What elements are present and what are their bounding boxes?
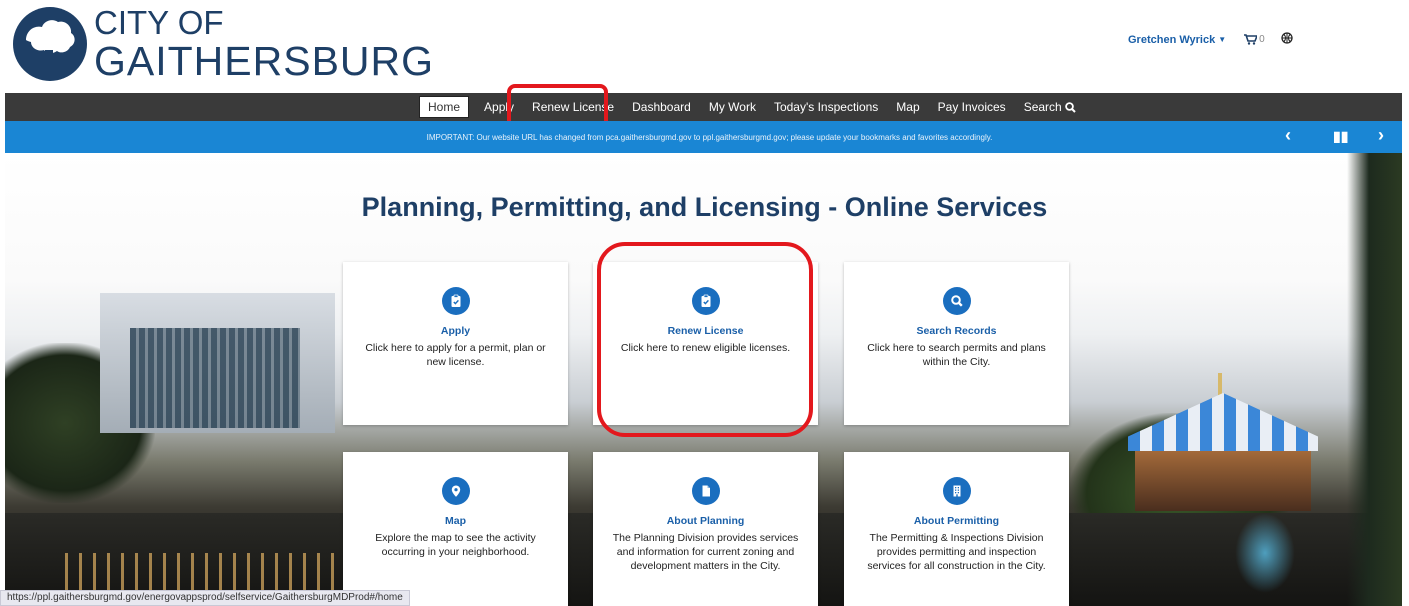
logo-text-line1: CITY OF (94, 4, 224, 41)
card-title: Map (445, 515, 466, 527)
card-about-permitting[interactable]: About Permitting The Permitting & Inspec… (844, 452, 1069, 606)
cart-count: 0 (1259, 34, 1265, 45)
building-icon (942, 477, 971, 505)
caret-down-icon[interactable]: ▼ (1218, 35, 1226, 44)
cart-button[interactable]: 0 (1244, 34, 1265, 45)
banner-pause-icon[interactable]: ▮▮ (1333, 128, 1348, 145)
browser-status-bar: https://ppl.gaithersburgmd.gov/energovap… (0, 590, 410, 606)
card-description: Click here to search permits and plans w… (867, 342, 1046, 369)
card-title: About Permitting (913, 515, 1000, 527)
logo-text-line2: GAITHERSBURG (94, 38, 435, 84)
banner-prev-icon[interactable]: ‹ (1285, 125, 1291, 146)
globe-icon[interactable] (1281, 32, 1293, 47)
tree-logo-icon (13, 7, 87, 81)
user-menu[interactable]: Gretchen Wyrick (1128, 34, 1215, 46)
card-description: The Permitting & Inspections Division pr… (867, 532, 1046, 573)
search-icon (1064, 101, 1076, 113)
banner-text: IMPORTANT: Our website URL has changed f… (426, 133, 993, 142)
card-map[interactable]: Map Explore the map to see the activity … (343, 452, 568, 606)
card-apply[interactable]: Apply Click here to apply for a permit, … (343, 262, 568, 425)
user-area: Gretchen Wyrick ▼ 0 (1128, 32, 1293, 47)
card-title: Search Records (916, 325, 997, 337)
nav-home[interactable]: Home (419, 96, 470, 118)
search-icon (942, 287, 971, 315)
highlight-renew-license-card (597, 242, 813, 437)
nav-search-label: Search (1023, 100, 1062, 114)
card-title: Apply (440, 325, 471, 337)
header: CITY OF GAITHERSBURG Gretchen Wyrick ▼ 0 (0, 0, 1409, 87)
banner-next-icon[interactable]: › (1378, 125, 1384, 146)
main-nav: Home Apply Renew License Dashboard My Wo… (5, 93, 1402, 121)
nav-dashboard[interactable]: Dashboard (623, 93, 700, 121)
card-description: The Planning Division provides services … (612, 532, 799, 573)
nav-map[interactable]: Map (887, 93, 928, 121)
nav-my-work[interactable]: My Work (700, 93, 765, 121)
card-search-records[interactable]: Search Records Click here to search perm… (844, 262, 1069, 425)
document-icon (691, 477, 720, 505)
page-title: Planning, Permitting, and Licensing - On… (361, 192, 1048, 222)
card-title: About Planning (666, 515, 745, 527)
nav-pay-invoices[interactable]: Pay Invoices (929, 93, 1015, 121)
city-logo[interactable]: CITY OF GAITHERSBURG (12, 6, 434, 82)
card-about-planning[interactable]: About Planning The Planning Division pro… (593, 452, 818, 606)
nav-search[interactable]: Search (1015, 93, 1085, 121)
card-description: Explore the map to see the activity occu… (375, 532, 536, 559)
nav-todays-inspections[interactable]: Today's Inspections (765, 93, 887, 121)
clipboard-check-icon (441, 287, 470, 315)
announcement-banner: IMPORTANT: Our website URL has changed f… (5, 121, 1402, 153)
map-marker-icon (441, 477, 470, 505)
card-description: Click here to apply for a permit, plan o… (365, 342, 546, 369)
cart-icon (1244, 34, 1258, 45)
